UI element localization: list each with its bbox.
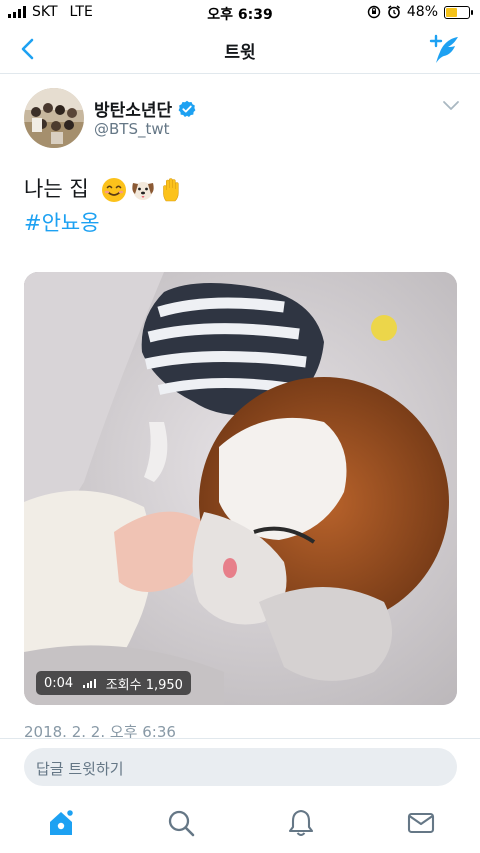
notifications-icon[interactable] [286,808,316,838]
verified-badge-icon [178,100,196,117]
author-name[interactable]: 방탄소년단 [94,96,172,121]
alarm-icon [387,5,400,19]
author-handle[interactable]: @BTS_twt [94,120,170,138]
video-thumbnail [24,272,457,705]
volume-icon [83,678,96,688]
avatar[interactable] [24,88,84,148]
tweet-text: 나는 집 #안뇨옹 [24,172,185,240]
raised-hand-icon [163,178,179,202]
hashtag-link[interactable]: #안뇨옹 [24,206,185,240]
page-title: 트윗 [224,43,256,63]
dog-face-icon [132,182,154,200]
status-bar: SKT LTE 오후 6:39 48% [0,0,480,26]
chevron-down-icon[interactable] [442,100,460,112]
nav-bar: 트윗 [0,26,480,74]
video-player[interactable] [24,272,457,705]
avatar-image [24,88,84,148]
tweet-body: 나는 집 [24,177,89,201]
divider [0,738,480,739]
video-duration: 0:04 [44,675,74,691]
status-right: 48% [367,4,473,20]
battery-icon [444,5,473,19]
emoji-row [101,177,185,203]
smiling-face-icon [102,178,127,202]
author-name-row[interactable]: 방탄소년단 [94,96,196,121]
battery-percent: 48% [406,4,438,20]
battery-fill [446,7,457,17]
compose-tweet-icon[interactable] [428,32,462,66]
tab-bar [0,796,480,853]
video-info-badge: 0:04 조회수 1,950 [36,671,191,695]
search-icon[interactable] [166,808,196,838]
messages-icon[interactable] [406,808,436,838]
reply-input[interactable]: 답글 트윗하기 [24,748,457,786]
view-count: 조회수 1,950 [105,677,183,693]
orientation-lock-icon [367,5,381,19]
home-icon[interactable] [46,808,76,838]
